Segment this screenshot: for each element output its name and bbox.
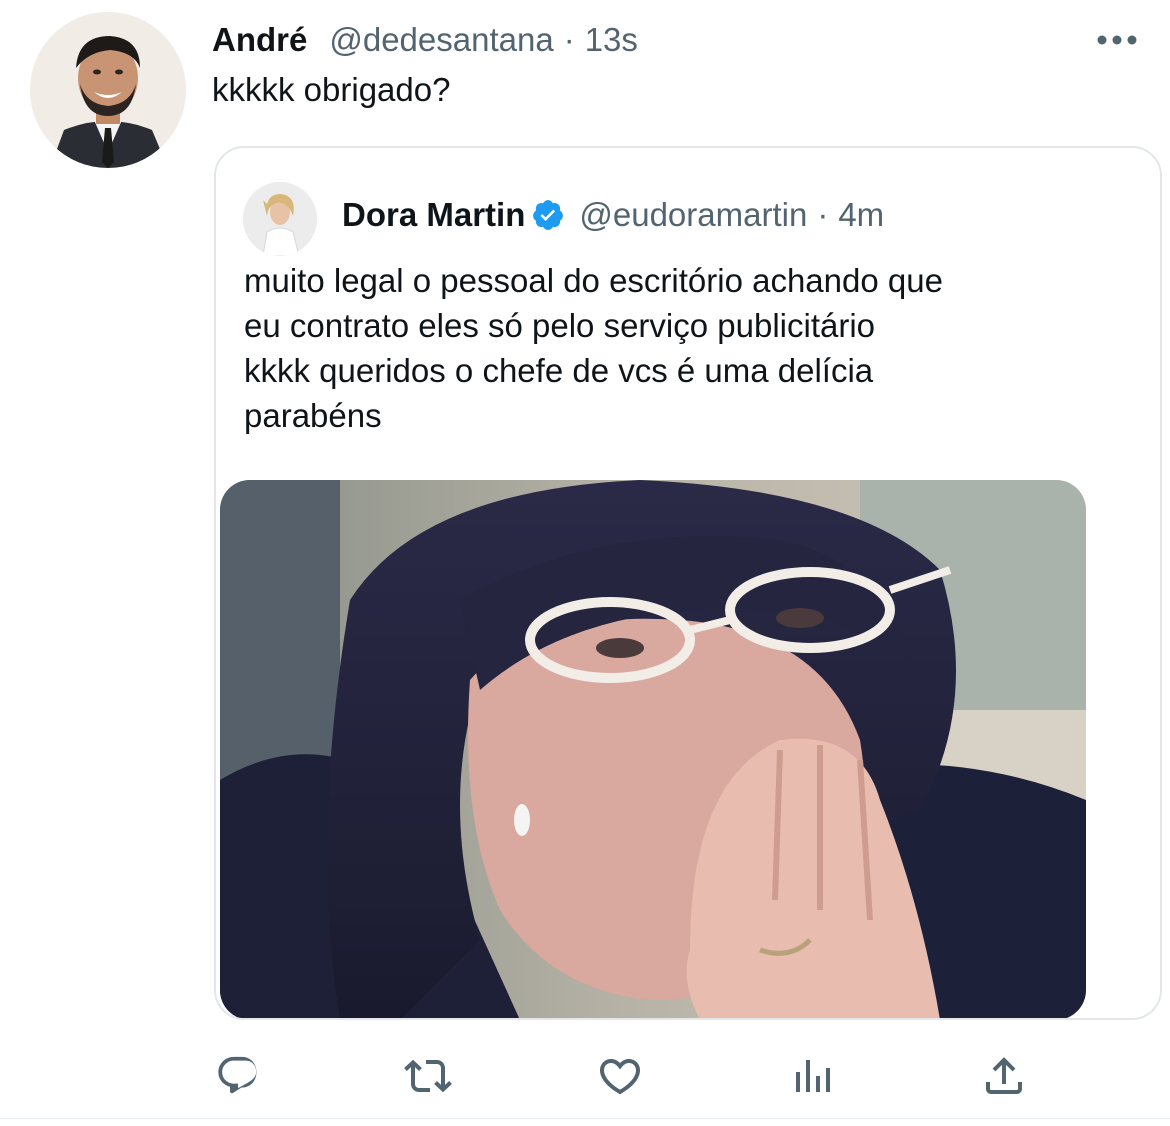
more-options-button[interactable] xyxy=(1092,22,1142,58)
author-avatar[interactable] xyxy=(30,12,186,168)
quoted-text-line: parabéns xyxy=(244,397,382,434)
retweet-icon xyxy=(404,1059,452,1093)
author-handle[interactable]: @dedesantana xyxy=(329,21,553,59)
author-name[interactable]: André xyxy=(212,21,307,59)
tweet-text: kkkkk obrigado? xyxy=(212,71,451,108)
quoted-text-line: eu contrato eles só pelo serviço publici… xyxy=(244,307,876,344)
like-icon xyxy=(599,1059,641,1095)
tweet-header: André @dedesantana · 13s xyxy=(212,18,638,62)
quoted-avatar-image xyxy=(243,182,317,256)
quoted-text-line: muito legal o pessoal do escritório acha… xyxy=(244,262,943,299)
divider xyxy=(0,1118,1170,1119)
quoted-tweet-photo[interactable] xyxy=(220,480,1086,1018)
retweet-button[interactable] xyxy=(398,1048,458,1104)
quoted-tweet-header: Dora Martin @eudoramartin · 4m xyxy=(342,190,884,240)
reply-button[interactable] xyxy=(208,1048,268,1104)
analytics-icon xyxy=(796,1060,830,1092)
tweet-actions xyxy=(0,1040,1170,1110)
quoted-text-line: kkkk queridos o chefe de vcs é uma delíc… xyxy=(244,352,874,389)
quoted-author-avatar[interactable] xyxy=(243,182,317,256)
tweet[interactable]: André @dedesantana · 13s kkkkk obrigado?… xyxy=(0,0,1170,1126)
verified-badge-icon xyxy=(531,198,565,232)
author-avatar-image xyxy=(30,12,186,168)
quoted-author-name[interactable]: Dora Martin xyxy=(342,196,525,234)
quoted-tweet-text: muito legal o pessoal do escritório acha… xyxy=(244,258,1124,438)
quoted-author-handle[interactable]: @eudoramartin xyxy=(579,196,807,234)
reply-icon xyxy=(218,1056,257,1094)
tweet-time[interactable]: 13s xyxy=(585,21,638,59)
quoted-tweet-time[interactable]: 4m xyxy=(838,196,884,234)
separator: · xyxy=(563,21,575,58)
share-button[interactable] xyxy=(974,1048,1034,1104)
photo-image xyxy=(220,480,1086,1018)
analytics-button[interactable] xyxy=(782,1048,842,1104)
like-button[interactable] xyxy=(590,1048,650,1104)
share-icon xyxy=(986,1057,1022,1094)
quoted-tweet[interactable]: Dora Martin @eudoramartin · 4m muito leg… xyxy=(214,146,1162,1020)
more-icon xyxy=(1097,35,1137,45)
quoted-separator: · xyxy=(817,196,829,233)
